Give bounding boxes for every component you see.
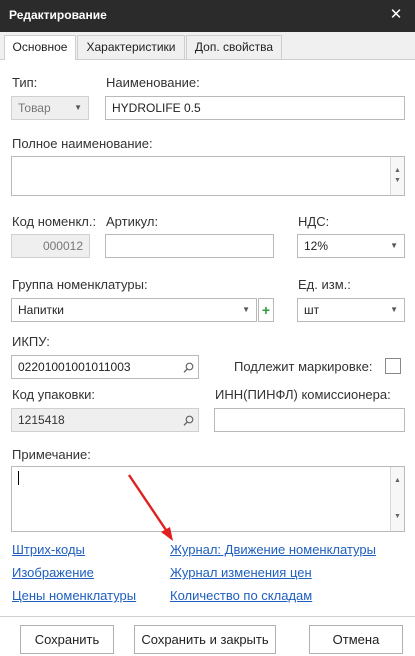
cancel-button[interactable]: Отмена — [309, 625, 403, 654]
warehouse-qty-link[interactable]: Количество по складам — [170, 588, 312, 603]
annotation-arrow-icon — [128, 474, 173, 541]
save-close-button[interactable]: Сохранить и закрыть — [134, 625, 276, 654]
price-journal-link[interactable]: Журнал изменения цен — [170, 565, 312, 580]
prices-link[interactable]: Цены номенклатуры — [12, 588, 136, 603]
image-link[interactable]: Изображение — [12, 565, 94, 580]
barcodes-link[interactable]: Штрих-коды — [12, 542, 85, 557]
movement-journal-link[interactable]: Журнал: Движение номенклатуры — [170, 542, 376, 557]
footer-divider — [0, 616, 415, 617]
save-button[interactable]: Сохранить — [20, 625, 114, 654]
